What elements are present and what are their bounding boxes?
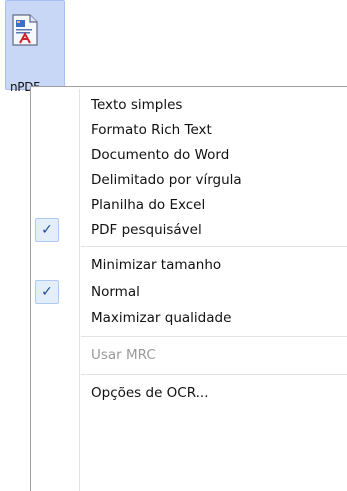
menu-item-texto-simples[interactable]: Texto simples	[33, 93, 347, 117]
context-menu: Texto simples Formato Rich Text Document…	[30, 86, 347, 491]
menu-item-label: Formato Rich Text	[91, 122, 212, 138]
menu-item-label: PDF pesquisável	[91, 222, 202, 238]
menu-item-delimitado-virgula[interactable]: Delimitado por vírgula	[33, 168, 347, 192]
menu-item-opcoes-ocr[interactable]: Opções de OCR...	[33, 381, 347, 405]
menu-item-label: Opções de OCR...	[91, 385, 209, 401]
menu-item-documento-word[interactable]: Documento do Word	[33, 143, 347, 167]
menu-item-label: Documento do Word	[91, 147, 230, 163]
menu-item-usar-mrc: Usar MRC	[33, 343, 347, 367]
menu-item-minimizar-tamanho[interactable]: Minimizar tamanho	[33, 253, 347, 277]
menu-item-normal[interactable]: ✓ Normal	[33, 280, 347, 304]
menu-separator	[81, 336, 347, 337]
menu-item-label: Normal	[91, 284, 140, 300]
menu-item-planilha-excel[interactable]: Planilha do Excel	[33, 193, 347, 217]
menu-item-label: Minimizar tamanho	[91, 257, 222, 273]
menu-item-maximizar-qualidade[interactable]: Maximizar qualidade	[33, 306, 347, 330]
menu-item-label: Delimitado por vírgula	[91, 172, 242, 188]
checkmark-icon: ✓	[35, 280, 59, 304]
menu-separator	[81, 374, 347, 375]
menu-item-label: Maximizar qualidade	[91, 310, 232, 326]
menu-item-formato-rich-text[interactable]: Formato Rich Text	[33, 118, 347, 142]
menu-item-label: Planilha do Excel	[91, 197, 206, 213]
menu-item-label: Texto simples	[91, 97, 183, 113]
menu-item-label: Usar MRC	[91, 347, 156, 363]
pdf-document-icon	[12, 14, 38, 46]
menu-separator	[81, 246, 347, 247]
checkmark-icon: ✓	[35, 218, 59, 242]
menu-item-pdf-pesquisavel[interactable]: ✓ PDF pesquisável	[33, 218, 347, 242]
